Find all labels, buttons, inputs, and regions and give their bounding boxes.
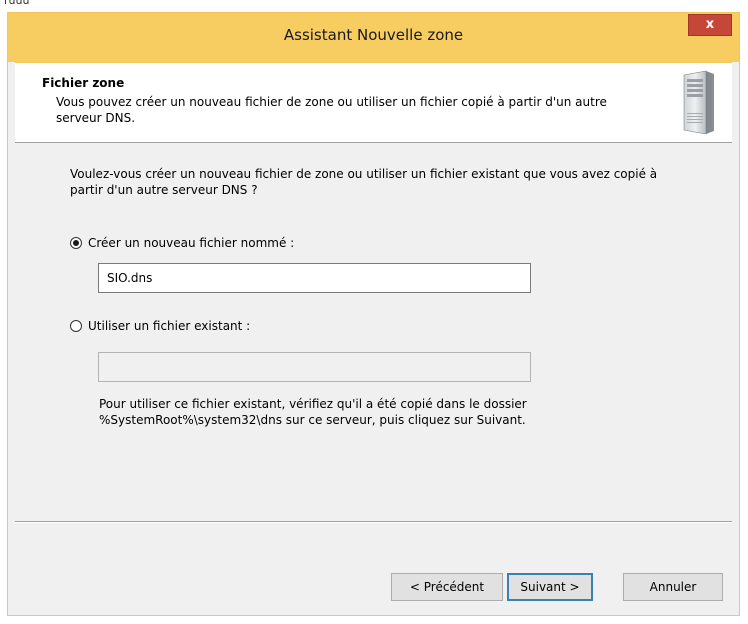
back-button[interactable]: < Précédent (391, 573, 503, 601)
window-title: Assistant Nouvelle zone (283, 26, 464, 44)
page-subtitle: Vous pouvez créer un nouveau fichier de … (56, 95, 607, 125)
radio-button-unselected[interactable] (70, 320, 82, 332)
server-icon (683, 70, 714, 135)
background-fragment-text: ruuu (4, 0, 30, 7)
new-file-name-input[interactable] (98, 263, 531, 293)
cancel-button[interactable]: Annuler (623, 573, 723, 601)
title-bar[interactable]: Assistant Nouvelle zone x (8, 13, 739, 62)
footer-divider (15, 521, 732, 523)
next-button[interactable]: Suivant > (507, 573, 593, 601)
background-window-fragment: ruuu (0, 0, 748, 12)
question-text: Voulez-vous créer un nouveau fichier de … (70, 167, 658, 197)
radio-use-existing-label: Utiliser un fichier existant : (88, 319, 251, 333)
existing-file-name-input (98, 352, 531, 382)
radio-button-selected[interactable] (70, 237, 82, 249)
wizard-client-area: Fichier zone Vous pouvez créer un nouvea… (15, 62, 732, 610)
radio-create-new-file[interactable]: Créer un nouveau fichier nommé : (70, 236, 294, 250)
wizard-header: Fichier zone Vous pouvez créer un nouvea… (15, 63, 732, 143)
radio-create-new-label: Créer un nouveau fichier nommé : (88, 236, 295, 250)
page-title: Fichier zone (42, 76, 125, 90)
existing-file-note: Pour utiliser ce fichier existant, vérif… (99, 397, 527, 427)
radio-use-existing-file[interactable]: Utiliser un fichier existant : (70, 319, 250, 333)
wizard-window: Assistant Nouvelle zone x Fichier zone V… (7, 12, 740, 616)
close-button[interactable]: x (688, 14, 732, 36)
